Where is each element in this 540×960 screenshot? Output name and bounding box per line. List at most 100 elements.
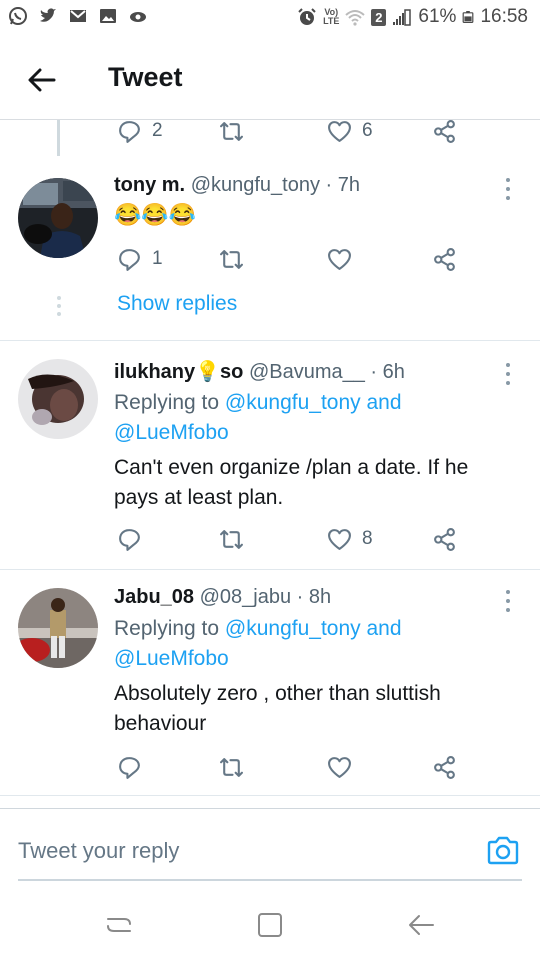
reply-button[interactable]: 1 [117,244,163,274]
user-name[interactable]: tony m. [114,174,185,196]
user-handle: @kungfu_tony · 7h [190,174,360,196]
kebab-dot [506,372,510,376]
kebab-dot [506,381,510,385]
user-name[interactable]: ilukhany💡so [114,361,243,383]
share-icon [434,527,455,551]
reply-icon [119,248,140,271]
tweet-actions [0,752,540,782]
share-icon [434,755,455,779]
recent-apps-button[interactable] [102,908,136,942]
retweet-icon [220,529,243,549]
share-icon [434,247,455,271]
home-button[interactable] [253,908,287,942]
mention-link[interactable]: @kungfu_tony and [225,617,402,640]
whatsapp-icon [9,7,27,25]
gmail-icon [70,10,86,22]
battery-icon [463,11,474,23]
alarm-icon [298,8,316,25]
battery-percent: 61% [418,6,457,27]
heart-icon [328,248,351,270]
share-button[interactable] [432,752,457,782]
tweet-actions: 8 [0,524,540,554]
like-button[interactable] [327,244,362,274]
app-bar: Tweet [0,38,540,120]
camera-button[interactable] [486,834,520,868]
retweet-button[interactable] [219,244,244,274]
replying-to-label: Replying to [114,391,225,414]
tweet-header: tony m. @kungfu_tony · 7h [114,174,360,197]
user-handle: @Bavuma__ · 6h [248,361,405,383]
heart-icon [328,528,351,550]
like-button[interactable]: 8 [327,524,373,554]
reply-count: 1 [152,248,163,269]
retweet-button[interactable] [219,752,244,782]
status-bar: Vo) LTE 2 61% 16:58 [0,0,540,38]
tweet-text: Absolutely zero , other than sluttish be… [114,682,441,735]
camera-icon [487,836,519,865]
user-name[interactable]: Jabu_08 [114,586,194,608]
kebab-dot [506,363,510,367]
replying-to-label: Replying to [114,617,225,640]
system-nav-bar [0,888,540,960]
home-icon [258,913,282,937]
more-options-button[interactable] [498,176,518,202]
like-button[interactable] [327,752,362,782]
tweet-actions: 1 [0,244,540,274]
replying-to: Replying to @kungfu_tony and @LueMfobo [114,614,494,674]
retweet-icon [220,249,243,269]
kebab-dot [506,608,510,612]
tweet-header: ilukhany💡so @Bavuma__ · 6h [114,359,405,384]
tweet-text: Can't even organize /plan a date. If he … [114,456,469,509]
reply-button[interactable] [117,752,142,782]
retweet-button[interactable] [219,524,244,554]
retweet-icon [220,757,243,777]
kebab-dot [506,599,510,603]
tweet-item[interactable]: Jabu_08 @08_jabu · 8h Replying to @kungf… [0,570,540,795]
avatar-photo [18,588,98,668]
mention-link[interactable]: @kungfu_tony and [225,391,402,414]
user-handle: @08_jabu · 8h [199,586,332,608]
reply-button[interactable] [117,524,142,554]
divider [0,795,540,796]
tweet-feed[interactable]: 2 6 tony m. @kungfu_tony · 7h 😂😂😂 1 Show… [0,120,540,810]
kebab-dot [506,187,510,191]
show-replies-link[interactable]: Show replies [117,292,237,316]
kebab-dot [506,196,510,200]
input-underline [18,879,522,881]
tweet-header: Jabu_08 @08_jabu · 8h [114,586,331,609]
back-icon [409,915,434,935]
more-options-button[interactable] [498,588,518,614]
volte-icon: Vo) LTE [323,7,340,26]
tweet-item[interactable]: ilukhany💡so @Bavuma__ · 6h Replying to @… [0,341,540,569]
cloud-icon [130,12,146,22]
twitter-icon [40,8,56,22]
gallery-icon [100,9,116,23]
avatar[interactable] [18,588,98,668]
tweet-item[interactable]: tony m. @kungfu_tony · 7h 😂😂😂 1 Show rep… [0,120,540,340]
like-count: 8 [362,528,373,549]
tweet-text: 😂😂😂 [114,202,197,227]
reply-input[interactable] [18,833,458,869]
thread-dots [56,296,61,316]
system-back-button[interactable] [404,908,438,942]
kebab-dot [506,178,510,182]
heart-icon [328,756,351,778]
kebab-dot [506,590,510,594]
reply-icon [119,528,140,551]
page-title: Tweet [108,62,183,92]
arrow-left-icon [28,68,56,92]
avatar[interactable] [18,359,98,439]
clock-time: 16:58 [480,6,528,27]
share-button[interactable] [432,244,457,274]
share-button[interactable] [432,524,457,554]
avatar-photo [18,359,98,439]
signal-icon [393,9,412,26]
back-button[interactable] [22,60,62,100]
reply-icon [119,756,140,779]
recent-apps-icon [107,918,131,932]
wifi-icon [345,10,366,26]
mention-link[interactable]: @LueMfobo [114,647,229,670]
mention-link[interactable]: @LueMfobo [114,421,229,444]
replying-to: Replying to @kungfu_tony and @LueMfobo [114,388,494,448]
more-options-button[interactable] [498,361,518,387]
